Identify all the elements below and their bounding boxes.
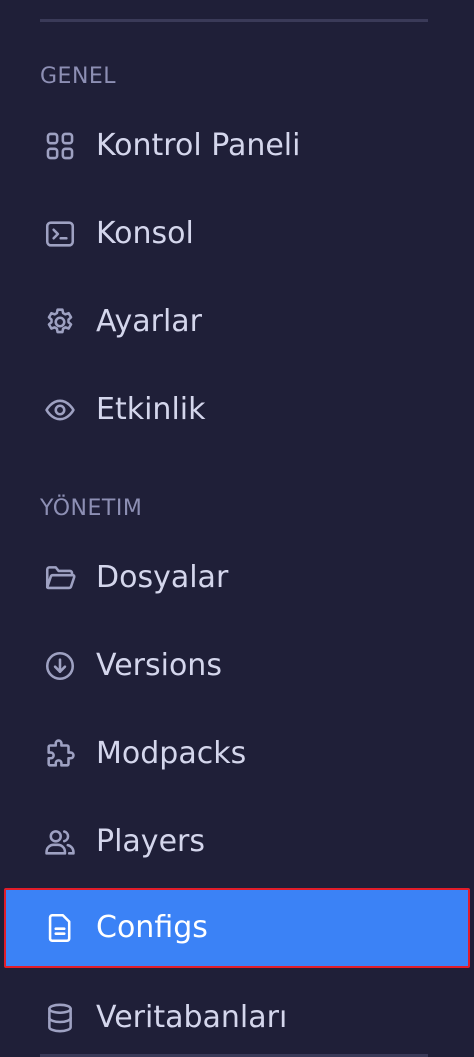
- users-icon: [40, 822, 80, 862]
- sidebar-item-label: Dosyalar: [96, 560, 229, 595]
- sidebar-item-settings[interactable]: Ayarlar: [4, 282, 470, 362]
- eye-icon: [40, 390, 80, 430]
- top-divider: [40, 19, 428, 22]
- sidebar-item-label: Players: [96, 824, 205, 859]
- terminal-icon: [40, 214, 80, 254]
- sidebar-item-label: Ayarlar: [96, 304, 203, 339]
- sidebar-item-configs[interactable]: Configs: [4, 888, 470, 968]
- grid-icon: [40, 126, 80, 166]
- section-label-management: YÖNETIM: [40, 496, 143, 521]
- folder-icon: [40, 558, 80, 598]
- section-label-general: GENEL: [40, 64, 117, 89]
- sidebar-item-versions[interactable]: Versions: [4, 626, 470, 706]
- sidebar-item-label: Konsol: [96, 216, 194, 251]
- sidebar-item-label: Modpacks: [96, 736, 247, 771]
- sidebar-item-modpacks[interactable]: Modpacks: [4, 714, 470, 794]
- sidebar-item-label: Versions: [96, 648, 222, 683]
- sidebar-item-console[interactable]: Konsol: [4, 194, 470, 274]
- sidebar: GENEL Kontrol Paneli Konsol Ayarlar Etki…: [0, 0, 474, 1057]
- sidebar-item-label: Configs: [96, 910, 208, 945]
- download-circle-icon: [40, 646, 80, 686]
- document-icon: [40, 908, 80, 948]
- sidebar-item-activity[interactable]: Etkinlik: [4, 370, 470, 450]
- gear-icon: [40, 302, 80, 342]
- database-icon: [40, 998, 80, 1038]
- sidebar-item-label: Etkinlik: [96, 392, 206, 427]
- sidebar-item-label: Kontrol Paneli: [96, 128, 301, 163]
- sidebar-item-databases[interactable]: Veritabanları: [4, 978, 470, 1057]
- sidebar-item-files[interactable]: Dosyalar: [4, 538, 470, 618]
- sidebar-item-label: Veritabanları: [96, 1000, 288, 1035]
- sidebar-item-dashboard[interactable]: Kontrol Paneli: [4, 106, 470, 186]
- sidebar-item-players[interactable]: Players: [4, 802, 470, 882]
- puzzle-icon: [40, 734, 80, 774]
